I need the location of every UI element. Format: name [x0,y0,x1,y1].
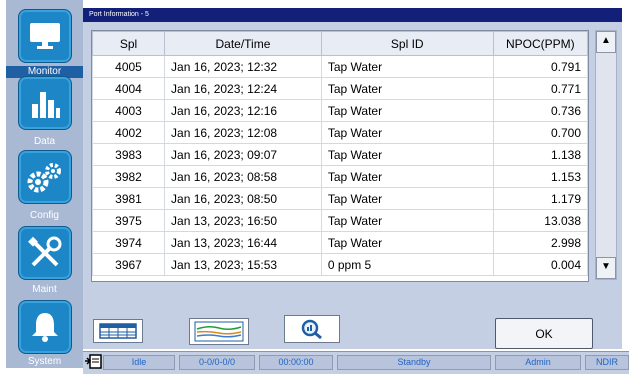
cell-datetime: Jan 16, 2023; 09:07 [164,143,322,166]
window-title: Port Information - 5 [83,8,622,22]
cell-spl: 3967 [92,253,166,276]
results-table: Spl Date/Time Spl ID NPOC(PPM) 4005 Jan 1… [91,30,589,282]
sidebar-item-system[interactable]: System [6,300,83,373]
cell-npoc: 0.771 [492,77,588,100]
scroll-up-button[interactable]: ▲ [596,31,616,53]
sidebar-item-maint[interactable]: Maint [6,226,83,299]
cell-spl-id: Tap Water [320,77,494,100]
app-frame: Monitor Data Config Maint System Port In… [0,0,629,374]
monitor-icon [18,9,72,63]
cell-spl-id: Tap Water [320,187,494,210]
cell-spl-id: 0 ppm 5 [320,253,494,276]
table-row[interactable]: 3982 Jan 16, 2023; 08:58 Tap Water 1.153 [92,165,588,188]
sidebar-item-label: Data [33,136,56,147]
cell-npoc: 0.700 [492,121,588,144]
column-header-npoc[interactable]: NPOC(PPM) [492,31,588,56]
sidebar: Monitor Data Config Maint System [6,0,83,368]
column-header-spl[interactable]: Spl [92,31,166,56]
ok-button[interactable]: OK [495,318,593,349]
table-row[interactable]: 3975 Jan 13, 2023; 16:50 Tap Water 13.038 [92,209,588,232]
status-state: Idle [103,355,175,370]
cell-spl-id: Tap Water [320,165,494,188]
cell-spl: 3981 [92,187,166,210]
status-port: 0-0/0-0/0 [179,355,255,370]
cell-spl: 4003 [92,99,166,122]
sidebar-item-data[interactable]: Data [6,76,83,149]
details-button[interactable] [284,315,340,343]
table-row[interactable]: 4002 Jan 16, 2023; 12:08 Tap Water 0.700 [92,121,588,144]
table-row[interactable]: 4003 Jan 16, 2023; 12:16 Tap Water 0.736 [92,99,588,122]
table-row[interactable]: 4004 Jan 16, 2023; 12:24 Tap Water 0.771 [92,77,588,100]
sidebar-item-label: Maint [32,284,57,295]
table-row[interactable]: 3981 Jan 16, 2023; 08:50 Tap Water 1.179 [92,187,588,210]
cell-spl: 4004 [92,77,166,100]
cell-spl-id: Tap Water [320,209,494,232]
cell-spl: 4005 [92,55,166,78]
graph-icon [194,321,244,342]
cell-spl: 3982 [92,165,166,188]
cell-npoc: 2.998 [492,231,588,254]
graph-view-button[interactable] [189,318,249,345]
cell-datetime: Jan 16, 2023; 12:08 [164,121,322,144]
cell-spl-id: Tap Water [320,231,494,254]
status-user: Admin [495,355,581,370]
bar-chart-icon [18,76,72,130]
cell-npoc: 0.736 [492,99,588,122]
cell-spl: 4002 [92,121,166,144]
bell-icon [18,300,72,354]
scroll-down-button[interactable]: ▼ [596,257,616,279]
cell-spl: 3983 [92,143,166,166]
cell-spl-id: Tap Water [320,121,494,144]
cell-npoc: 1.138 [492,143,588,166]
cell-npoc: 13.038 [492,209,588,232]
cell-npoc: 0.791 [492,55,588,78]
cell-spl: 3974 [92,231,166,254]
gears-icon [18,150,72,204]
status-time: 00:00:00 [259,355,333,370]
cell-spl-id: Tap Water [320,143,494,166]
table-header-row: Spl Date/Time Spl ID NPOC(PPM) [92,31,588,56]
tools-icon [18,226,72,280]
cell-spl-id: Tap Water [320,99,494,122]
cell-datetime: Jan 16, 2023; 12:32 [164,55,322,78]
port-status-icon [85,354,102,369]
sidebar-item-label: System [27,356,62,367]
port-information-window: Port Information - 5 Spl Date/Time Spl I… [83,8,622,349]
cell-npoc: 0.004 [492,253,588,276]
cell-spl-id: Tap Water [320,55,494,78]
table-row[interactable]: 3983 Jan 16, 2023; 09:07 Tap Water 1.138 [92,143,588,166]
status-mode: Standby [337,355,491,370]
column-header-datetime[interactable]: Date/Time [164,31,322,56]
cell-datetime: Jan 13, 2023; 15:53 [164,253,322,276]
cell-datetime: Jan 13, 2023; 16:50 [164,209,322,232]
sidebar-item-config[interactable]: Config [6,150,83,223]
column-header-spl-id[interactable]: Spl ID [320,31,494,56]
table-scrollbar[interactable]: ▲ ▼ [595,30,617,280]
status-detector: NDIR [585,355,629,370]
cell-datetime: Jan 13, 2023; 16:44 [164,231,322,254]
status-bar: Idle 0-0/0-0/0 00:00:00 Standby Admin ND… [83,351,629,374]
magnifier-icon [301,319,322,340]
table-icon [99,323,137,339]
cell-spl: 3975 [92,209,166,232]
cell-npoc: 1.153 [492,165,588,188]
table-row[interactable]: 3967 Jan 13, 2023; 15:53 0 ppm 5 0.004 [92,253,588,276]
cell-datetime: Jan 16, 2023; 12:24 [164,77,322,100]
sidebar-item-monitor[interactable]: Monitor [6,6,83,79]
cell-datetime: Jan 16, 2023; 12:16 [164,99,322,122]
cell-datetime: Jan 16, 2023; 08:58 [164,165,322,188]
table-row[interactable]: 4005 Jan 16, 2023; 12:32 Tap Water 0.791 [92,55,588,78]
table-row[interactable]: 3974 Jan 13, 2023; 16:44 Tap Water 2.998 [92,231,588,254]
table-view-button[interactable] [93,319,143,343]
cell-npoc: 1.179 [492,187,588,210]
cell-datetime: Jan 16, 2023; 08:50 [164,187,322,210]
sidebar-item-label: Config [30,210,59,221]
